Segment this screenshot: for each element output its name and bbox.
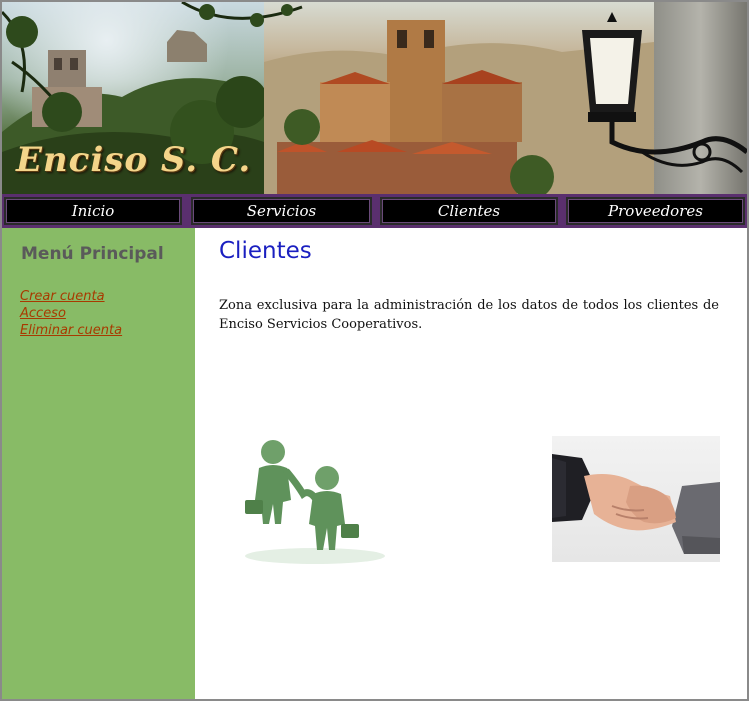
nav-tab-proveedores[interactable]: Proveedores: [566, 197, 745, 225]
nav-tab-clientes[interactable]: Clientes: [380, 197, 558, 225]
site-logo[interactable]: Enciso S. C.: [16, 140, 251, 180]
header-banner: Enciso S. C.: [2, 2, 747, 194]
intro-text: Zona exclusiva para la administración de…: [219, 298, 719, 332]
main-content: Clientes Zona exclusiva para la administ…: [195, 228, 747, 699]
sidebar-item-eliminar-cuenta: Eliminar cuenta: [20, 322, 122, 339]
business-handshake-photo: [552, 436, 720, 562]
eliminar-cuenta-link[interactable]: Eliminar cuenta: [20, 323, 122, 338]
handshake-illustration: [552, 454, 720, 554]
acceso-link[interactable]: Acceso: [20, 306, 66, 321]
page-title: Clientes: [219, 238, 312, 264]
sidebar-title: Menú Principal: [21, 244, 164, 264]
crear-cuenta-link[interactable]: Crear cuenta: [20, 289, 105, 304]
sidebar-item-crear-cuenta: Crear cuenta: [20, 288, 122, 305]
main-nav: Inicio Servicios Clientes Proveedores: [2, 194, 747, 228]
sidebar-item-acceso: Acceso: [20, 305, 122, 322]
sidebar-menu: Crear cuenta Acceso Eliminar cuenta: [20, 288, 122, 339]
two-figures-handshake-image: [245, 440, 385, 564]
nav-tab-servicios[interactable]: Servicios: [191, 197, 372, 225]
nav-tab-inicio[interactable]: Inicio: [4, 197, 182, 225]
sidebar: Menú Principal Crear cuenta Acceso Elimi…: [2, 228, 195, 699]
